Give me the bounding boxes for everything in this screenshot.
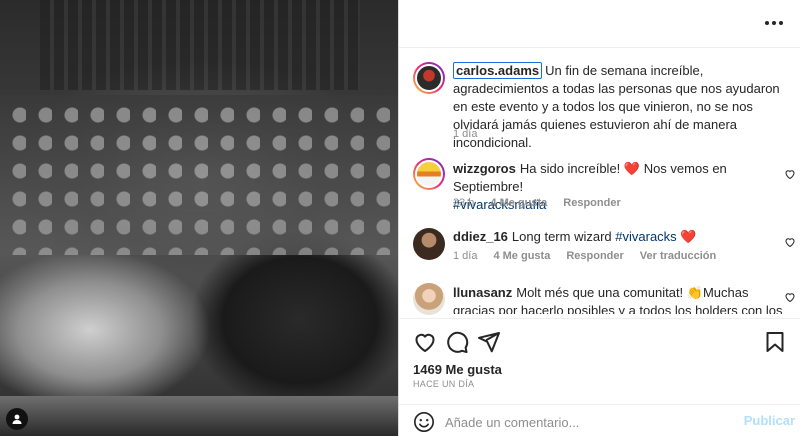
comment-likes[interactable]: 4 Me gusta: [493, 250, 550, 262]
post-comment-button[interactable]: Publicar: [744, 413, 795, 428]
comment-text: Long term wizard: [511, 229, 612, 244]
comment-like-heart-icon[interactable]: [784, 236, 796, 248]
comment-username[interactable]: llunasanz: [453, 285, 512, 300]
comment-avatar-ddiez[interactable]: [413, 228, 445, 260]
reply-button[interactable]: Responder: [566, 250, 623, 262]
comment-icon[interactable]: [445, 330, 469, 354]
comment-like-heart-icon[interactable]: [784, 291, 796, 303]
more-options-icon[interactable]: [762, 14, 786, 32]
user-tag-icon[interactable]: [6, 408, 28, 430]
smiley-icon[interactable]: [413, 411, 435, 433]
photo-stage: [0, 396, 398, 436]
comment-username[interactable]: ddiez_16: [453, 229, 508, 244]
post-caption: carlos.adams Un fin de semana increíble, …: [453, 62, 783, 152]
comment-like-heart-icon[interactable]: [784, 168, 796, 180]
comment-username[interactable]: wizzgoros: [453, 161, 516, 176]
comment-item: ddiez_16 Long term wizard #vivaracks ❤️: [453, 228, 783, 246]
post-details-panel: carlos.adams Un fin de semana increíble, …: [398, 0, 800, 436]
photo-background-shelves: [40, 0, 360, 90]
post-action-bar: [413, 330, 793, 354]
photo-crowd: [0, 95, 398, 255]
comment-item: llunasanz Molt més que una comunitat! 👏Mu…: [453, 284, 783, 314]
comment-age: 23 h: [453, 197, 475, 209]
post-photo[interactable]: [0, 0, 398, 436]
comment-meta: 1 día 4 Me gusta Responder Ver traducció…: [453, 250, 716, 262]
paper-plane-icon[interactable]: [477, 330, 501, 354]
heart-icon[interactable]: [413, 330, 437, 354]
comment-meta: 23 h 4 Me gusta Responder: [453, 197, 621, 209]
author-username[interactable]: carlos.adams: [453, 62, 543, 79]
header-divider: [399, 47, 800, 48]
comment-input[interactable]: [445, 412, 725, 432]
actions-divider: [399, 318, 800, 319]
post-timestamp: HACE UN DÍA: [413, 379, 475, 389]
author-avatar[interactable]: [413, 62, 445, 94]
reply-button[interactable]: Responder: [563, 197, 620, 209]
bookmark-icon[interactable]: [763, 330, 787, 354]
comment-avatar-llunasanz[interactable]: [413, 283, 445, 315]
translate-button[interactable]: Ver traducción: [640, 250, 716, 262]
comment-avatar-wizzgoros[interactable]: [413, 158, 445, 190]
caption-meta: 1 día: [453, 128, 477, 140]
comment-composer: Publicar: [399, 404, 800, 436]
likes-count[interactable]: 1469 Me gusta: [413, 362, 502, 377]
comment-emoji: ❤️: [680, 229, 697, 244]
comment-likes[interactable]: 4 Me gusta: [490, 197, 547, 209]
caption-age: 1 día: [453, 128, 478, 140]
comment-hashtag[interactable]: #vivaracks: [615, 229, 676, 244]
comment-age: 1 día: [453, 250, 478, 262]
